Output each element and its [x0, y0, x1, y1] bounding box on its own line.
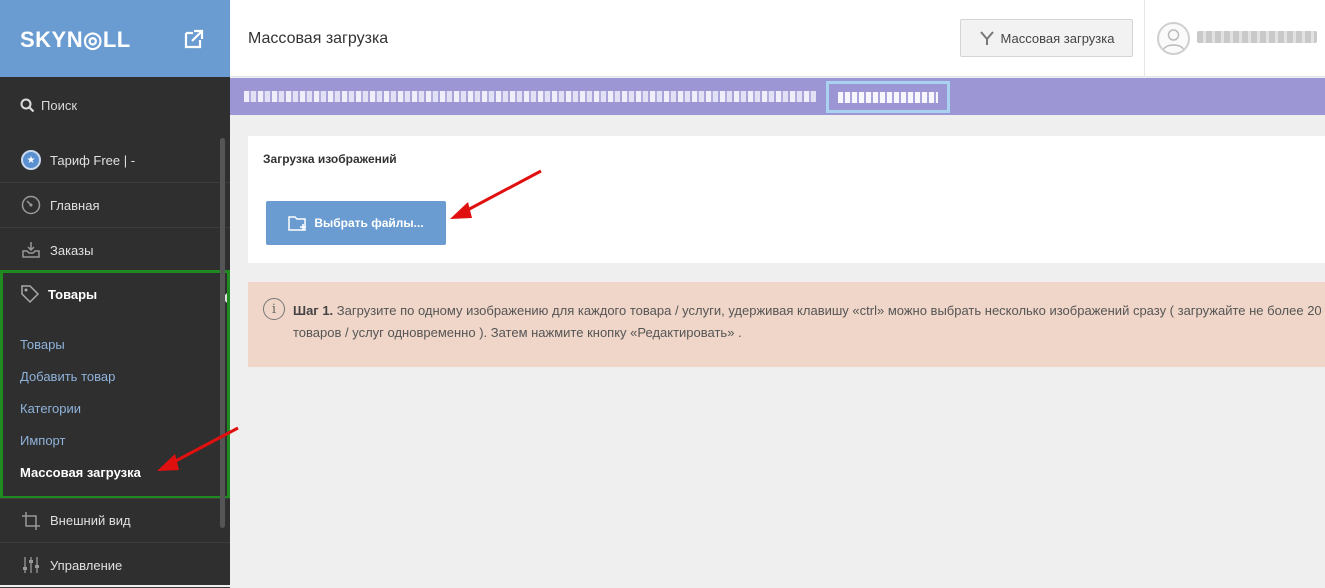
tariff-label: Тариф Free | -: [50, 152, 136, 168]
user-icon: [1162, 29, 1185, 52]
banner-button-redacted[interactable]: [826, 81, 950, 113]
username-redacted: [1197, 31, 1317, 43]
sidebar-subitem-products[interactable]: Товары: [20, 337, 65, 352]
sidebar-subitem-bulk-upload[interactable]: Массовая загрузка: [20, 465, 141, 480]
choose-files-button[interactable]: Выбрать файлы...: [266, 201, 446, 245]
search-icon: [20, 98, 35, 113]
search-button[interactable]: Поиск: [20, 98, 77, 113]
sidebar-scrollbar[interactable]: [220, 138, 225, 528]
info-icon: i: [263, 298, 285, 320]
sidebar-item-home[interactable]: Главная: [0, 183, 230, 228]
bulk-upload-button[interactable]: Массовая загрузка: [960, 19, 1133, 57]
sidebar-item-products[interactable]: Товары: [20, 284, 97, 304]
sidebar-item-label: Управление: [50, 557, 123, 573]
sidebar-subitem-categories[interactable]: Категории: [20, 401, 81, 416]
banner-text-redacted: [244, 91, 816, 102]
star-icon: ★: [21, 150, 41, 170]
bulk-upload-button-label: Массовая загрузка: [1000, 30, 1115, 46]
funnel-icon: [979, 31, 994, 45]
search-label: Поиск: [41, 98, 78, 113]
inbox-download-icon: [22, 242, 40, 258]
sidebar-subitem-import[interactable]: Импорт: [20, 433, 65, 448]
crop-icon: [22, 511, 40, 530]
gauge-icon: [21, 195, 41, 215]
tag-icon: [21, 285, 40, 304]
card-title: Загрузка изображений: [263, 152, 397, 166]
image-upload-card: Загрузка изображений Выбрать файлы...: [248, 136, 1325, 263]
sidebar-item-label: Заказы: [50, 242, 94, 258]
info-alert: i Шаг 1. Загрузите по одному изображению…: [248, 282, 1325, 367]
notice-banner: [230, 78, 1325, 115]
sidebar-subitem-add-product[interactable]: Добавить товар: [20, 369, 115, 384]
avatar[interactable]: [1157, 22, 1190, 55]
logo-bar: SKYN◎LL: [0, 0, 230, 77]
sidebar-item-orders[interactable]: Заказы: [0, 228, 230, 273]
info-step: Шаг 1.: [293, 303, 334, 318]
sidebar-item-label: Внешний вид: [50, 513, 131, 528]
info-text: Шаг 1. Загрузите по одному изображению д…: [293, 300, 1323, 344]
sidebar-item-management[interactable]: Управление: [0, 543, 230, 588]
sidebar-item-label: Товары: [48, 286, 98, 302]
sliders-icon: [23, 557, 39, 573]
sidebar-item-appearance[interactable]: Внешний вид: [0, 498, 230, 543]
logo[interactable]: SKYN◎LL: [20, 27, 131, 53]
topbar: Массовая загрузка Массовая загрузка: [230, 0, 1325, 77]
choose-files-label: Выбрать файлы...: [314, 216, 424, 230]
info-message: Загрузите по одному изображению для кажд…: [293, 303, 1322, 340]
sidebar-item-tariff[interactable]: ★ Тариф Free | -: [0, 138, 230, 183]
page-title: Массовая загрузка: [248, 30, 389, 47]
user-menu[interactable]: [1144, 0, 1325, 77]
external-link-icon[interactable]: [183, 28, 205, 50]
sidebar-item-label: Главная: [50, 197, 100, 213]
folder-add-icon: [288, 216, 307, 231]
sidebar: SKYN◎LL Поиск ★ Тариф Free | - Главная З…: [0, 0, 230, 588]
